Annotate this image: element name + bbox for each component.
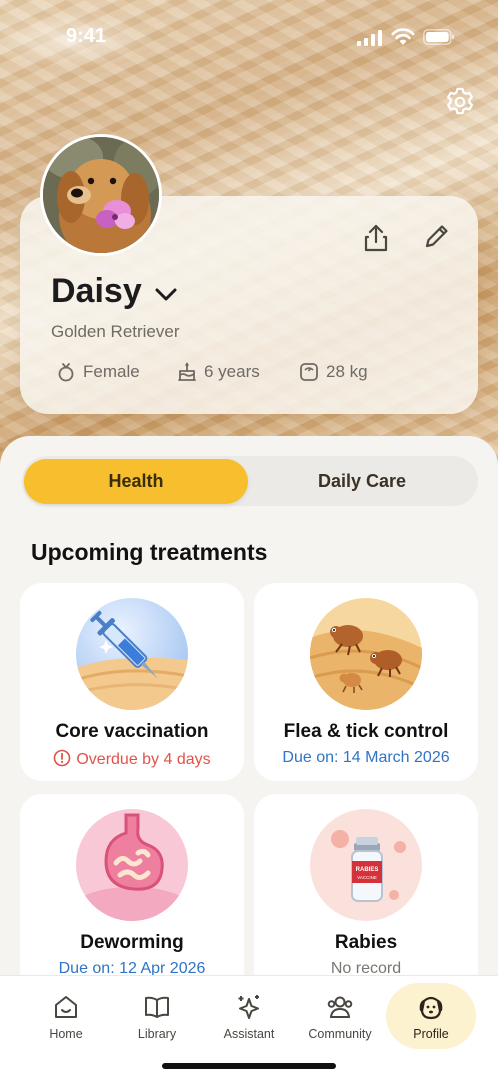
alert-circle-icon <box>54 749 71 767</box>
treatment-card-core-vaccination[interactable]: Core vaccination Overdue by 4 days <box>20 583 244 781</box>
dog-photo-illustration <box>43 137 159 253</box>
section-title: Upcoming treatments <box>31 539 268 565</box>
nav-home[interactable]: Home <box>21 988 111 1050</box>
cellular-signal-icon <box>357 30 382 46</box>
nav-profile[interactable]: Profile <box>386 988 476 1050</box>
sparkle-icon <box>238 995 259 1019</box>
pet-weight: 28 kg <box>298 361 368 383</box>
pet-age-label: 6 years <box>204 362 260 381</box>
treatment-title: Deworming <box>80 932 184 953</box>
treatment-card-flea-tick[interactable]: Flea & tick control Due on: 14 March 202… <box>254 583 478 781</box>
nav-community[interactable]: Community <box>295 988 385 1050</box>
home-indicator <box>162 1063 336 1069</box>
settings-gear-icon[interactable] <box>444 86 476 118</box>
tab-health[interactable]: Health <box>24 459 248 504</box>
pet-avatar[interactable] <box>40 134 162 256</box>
battery-icon <box>423 29 454 45</box>
edit-pencil-icon[interactable] <box>422 221 452 251</box>
nav-profile-label: Profile <box>413 1027 449 1041</box>
pet-sex-label: Female <box>83 362 140 381</box>
deworming-illustration <box>76 809 188 921</box>
treatment-title: Rabies <box>334 932 398 953</box>
weight-scale-icon <box>300 363 318 381</box>
nav-assistant[interactable]: Assistant <box>204 988 294 1050</box>
treatment-card-deworming[interactable]: Deworming Due on: 12 Apr 2026 <box>20 794 244 992</box>
birthday-cake-icon <box>178 362 196 381</box>
wifi-icon <box>391 28 415 45</box>
chevron-down-icon[interactable] <box>152 282 180 306</box>
treatment-card-rabies[interactable]: RABIES VACCINE Rabies No record <box>254 794 478 992</box>
book-icon <box>145 996 169 1018</box>
nav-assistant-label: Assistant <box>223 1027 275 1041</box>
vial-label: RABIES <box>356 867 379 873</box>
treatment-title: Flea & tick control <box>283 721 449 742</box>
treatment-status: Due on: 14 March 2026 <box>282 749 450 766</box>
pet-age: 6 years <box>176 361 260 383</box>
tab-daily-care[interactable]: Daily Care <box>248 459 476 504</box>
pet-sex: Female <box>55 361 140 383</box>
pet-weight-label: 28 kg <box>326 362 368 381</box>
dog-icon <box>419 996 443 1020</box>
people-icon <box>327 996 353 1018</box>
nav-library-label: Library <box>137 1027 177 1041</box>
treatment-status-text: Overdue by 4 days <box>76 751 211 768</box>
nav-home-label: Home <box>49 1027 83 1041</box>
nav-community-label: Community <box>308 1027 372 1041</box>
treatment-status: Overdue by 4 days <box>20 749 244 769</box>
rabies-vaccine-illustration: RABIES VACCINE <box>310 809 422 921</box>
female-symbol-icon <box>58 363 74 382</box>
status-time: 9:41 <box>66 25 107 47</box>
treatment-title: Core vaccination <box>55 721 209 742</box>
share-icon[interactable] <box>360 222 392 254</box>
vial-sublabel: VACCINE <box>357 875 377 880</box>
pet-name[interactable]: Daisy <box>51 272 142 311</box>
flea-tick-illustration <box>310 598 422 710</box>
vaccination-illustration <box>76 598 188 710</box>
nav-library[interactable]: Library <box>112 988 202 1050</box>
pet-breed: Golden Retriever <box>51 322 180 341</box>
status-bar: 9:41 <box>0 0 498 74</box>
home-icon <box>55 996 77 1018</box>
